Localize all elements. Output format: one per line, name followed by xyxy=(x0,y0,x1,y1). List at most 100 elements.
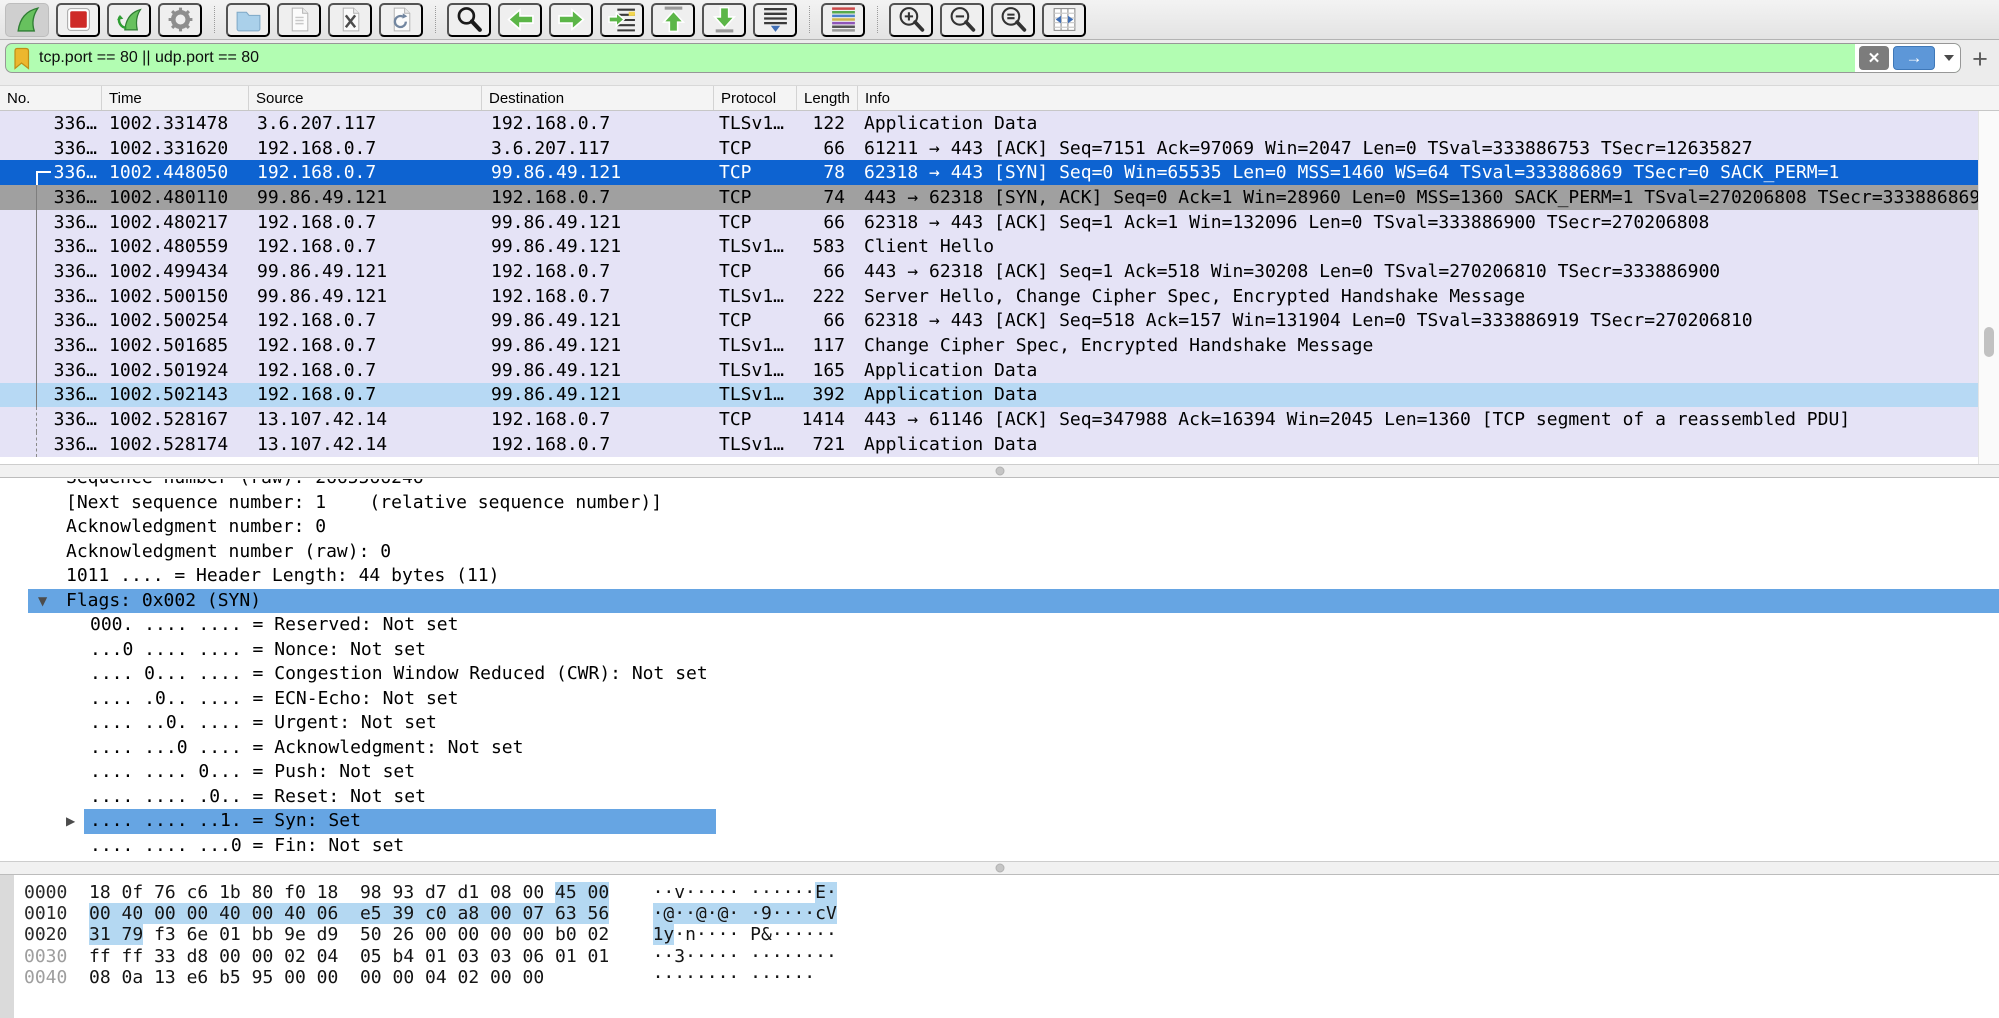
hex-row[interactable]: 0030 ff ff 33 d8 00 00 02 04 05 b4 01 03… xyxy=(24,946,1999,967)
cell-src: 13.107.42.14 xyxy=(249,432,482,457)
detail-row[interactable]: .... ...0 .... = Acknowledgment: Not set xyxy=(0,736,1999,761)
hex-row[interactable]: 0000 18 0f 76 c6 1b 80 f0 18 98 93 d7 d1… xyxy=(24,882,1999,903)
detail-text: Sequence number (raw): 2665566246 xyxy=(66,479,424,488)
pane-splitter-top[interactable] xyxy=(0,464,1999,478)
restart-capture-button[interactable] xyxy=(107,3,151,37)
cell-info: 62318 → 443 [SYN] Seq=0 Win=65535 Len=0 … xyxy=(858,160,1999,185)
hex-row[interactable]: 0020 31 79 f3 6e 01 bb 9e d9 50 26 00 00… xyxy=(24,924,1999,945)
packet-row[interactable]: 336…1002.3314783.6.207.117192.168.0.7TLS… xyxy=(0,111,1999,136)
detail-text: [Next sequence number: 1 (relative seque… xyxy=(66,492,662,513)
cell-len: 66 xyxy=(797,309,858,334)
add-filter-button[interactable]: + xyxy=(1967,48,1993,70)
column-header-no[interactable]: No. xyxy=(0,86,102,110)
detail-row[interactable]: [Next sequence number: 1 (relative seque… xyxy=(0,491,1999,516)
packet-list-scrollbar[interactable] xyxy=(1978,111,1999,464)
detail-row[interactable]: ▼Flags: 0x002 (SYN) xyxy=(28,589,1999,614)
filter-apply-button[interactable]: → xyxy=(1893,46,1935,70)
cell-time: 1002.528174 xyxy=(102,432,249,457)
stop-capture-button[interactable] xyxy=(56,3,100,37)
zoom-reset-button[interactable] xyxy=(991,3,1035,37)
detail-row[interactable]: .... .0.. .... = ECN-Echo: Not set xyxy=(0,687,1999,712)
detail-row[interactable]: Sequence number (raw): 2665566246 xyxy=(0,479,1999,491)
packet-row[interactable]: 336…1002.500254192.168.0.799.86.49.121TC… xyxy=(0,309,1999,334)
packet-row[interactable]: 336…1002.448050192.168.0.799.86.49.121TC… xyxy=(0,160,1999,185)
open-file-button[interactable] xyxy=(226,3,270,37)
colorize-button[interactable] xyxy=(821,3,865,37)
detail-row[interactable]: .... .... 0... = Push: Not set xyxy=(0,760,1999,785)
column-header-length[interactable]: Length xyxy=(797,86,858,110)
detail-row[interactable]: Acknowledgment number (raw): 0 xyxy=(0,540,1999,565)
detail-row[interactable]: .... .... .0.. = Reset: Not set xyxy=(0,785,1999,810)
display-filter-box[interactable]: ✕ → xyxy=(5,43,1961,73)
packet-row[interactable]: 336…1002.331620192.168.0.73.6.207.117TCP… xyxy=(0,136,1999,161)
zoom-in-button[interactable] xyxy=(889,3,933,37)
cell-proto: TLSv1… xyxy=(714,432,797,457)
packet-row[interactable]: 336…1002.52817413.107.42.14192.168.0.7TL… xyxy=(0,432,1999,457)
column-header-source[interactable]: Source xyxy=(249,86,482,110)
cell-src: 192.168.0.7 xyxy=(249,333,482,358)
cell-time: 1002.448050 xyxy=(102,160,249,185)
previous-packet-button[interactable] xyxy=(498,3,542,37)
column-header-destination[interactable]: Destination xyxy=(482,86,714,110)
detail-row[interactable]: 1011 .... = Header Length: 44 bytes (11) xyxy=(0,564,1999,589)
last-packet-button[interactable] xyxy=(702,3,746,37)
hex-row[interactable]: 0040 08 0a 13 e6 b5 95 00 00 00 00 04 02… xyxy=(24,967,1999,988)
scrollbar-thumb[interactable] xyxy=(1984,327,1994,357)
save-file-button[interactable] xyxy=(277,3,321,37)
reload-file-icon xyxy=(387,5,416,34)
hex-row[interactable]: 0010 00 40 00 00 40 00 40 06 e5 39 c0 a8… xyxy=(24,903,1999,924)
cell-no: 336… xyxy=(0,432,102,457)
detail-row[interactable]: ...0 .... .... = Nonce: Not set xyxy=(0,638,1999,663)
packet-row[interactable]: 336…1002.501685192.168.0.799.86.49.121TL… xyxy=(0,333,1999,358)
filter-bar: ✕ → + xyxy=(0,40,1999,86)
cell-info: Client Hello xyxy=(858,234,1999,259)
packet-row[interactable]: 336…1002.49943499.86.49.121192.168.0.7TC… xyxy=(0,259,1999,284)
cell-proto: TLSv1… xyxy=(714,333,797,358)
packet-row[interactable]: 336…1002.480217192.168.0.799.86.49.121TC… xyxy=(0,210,1999,235)
ascii-bytes: ·@··@·@· ·9····cV xyxy=(653,903,837,924)
reload-file-button[interactable] xyxy=(379,3,423,37)
resize-columns-button[interactable] xyxy=(1042,3,1086,37)
ascii-bytes: ·n···· P&······ xyxy=(674,924,837,945)
packet-row[interactable]: 336…1002.501924192.168.0.799.86.49.121TL… xyxy=(0,358,1999,383)
packet-row[interactable]: 336…1002.502143192.168.0.799.86.49.121TL… xyxy=(0,383,1999,408)
packet-row[interactable]: 336…1002.52816713.107.42.14192.168.0.7TC… xyxy=(0,407,1999,432)
packet-row[interactable]: 336…1002.48011099.86.49.121192.168.0.7TC… xyxy=(0,185,1999,210)
filter-bookmark-icon[interactable] xyxy=(13,47,30,70)
cell-no: 336… xyxy=(0,333,102,358)
pane-splitter-bottom[interactable] xyxy=(0,861,1999,875)
ascii-bytes: E· xyxy=(815,882,837,903)
start-capture-button[interactable] xyxy=(5,3,49,37)
filter-clear-button[interactable]: ✕ xyxy=(1859,46,1889,70)
next-packet-button[interactable] xyxy=(549,3,593,37)
detail-row[interactable]: .... ..0. .... = Urgent: Not set xyxy=(0,711,1999,736)
detail-row[interactable]: .... .... ...0 = Fin: Not set xyxy=(0,834,1999,859)
column-header-protocol[interactable]: Protocol xyxy=(714,86,797,110)
find-packet-button[interactable] xyxy=(447,3,491,37)
go-to-packet-button[interactable] xyxy=(600,3,644,37)
first-packet-button[interactable] xyxy=(651,3,695,37)
cell-proto: TCP xyxy=(714,309,797,334)
cell-proto: TLSv1… xyxy=(714,358,797,383)
detail-row[interactable]: 000. .... .... = Reserved: Not set xyxy=(0,613,1999,638)
filter-dropdown-icon[interactable] xyxy=(1944,55,1954,61)
detail-row[interactable]: Acknowledgment number: 0 xyxy=(0,515,1999,540)
zoom-out-button[interactable] xyxy=(940,3,984,37)
expand-closed-icon[interactable]: ▶ xyxy=(66,809,75,834)
expand-open-icon[interactable]: ▼ xyxy=(38,589,47,614)
close-file-button[interactable] xyxy=(328,3,372,37)
cell-time: 1002.528167 xyxy=(102,407,249,432)
detail-row[interactable]: ▶.... .... ..1. = Syn: Set xyxy=(0,809,1999,834)
cell-proto: TLSv1… xyxy=(714,383,797,408)
packet-row[interactable]: 336…1002.50015099.86.49.121192.168.0.7TL… xyxy=(0,284,1999,309)
display-filter-input[interactable] xyxy=(39,49,1855,67)
column-header-info[interactable]: Info xyxy=(858,86,1999,110)
hex-bytes: 45 00 xyxy=(555,882,609,903)
cell-info: Change Cipher Spec, Encrypted Handshake … xyxy=(858,333,1999,358)
detail-row[interactable]: .... 0... .... = Congestion Window Reduc… xyxy=(0,662,1999,687)
auto-scroll-button[interactable] xyxy=(753,3,797,37)
packet-row[interactable]: 336…1002.480559192.168.0.799.86.49.121TL… xyxy=(0,234,1999,259)
column-header-time[interactable]: Time xyxy=(102,86,249,110)
cell-time: 1002.331620 xyxy=(102,136,249,161)
capture-options-button[interactable] xyxy=(158,3,202,37)
